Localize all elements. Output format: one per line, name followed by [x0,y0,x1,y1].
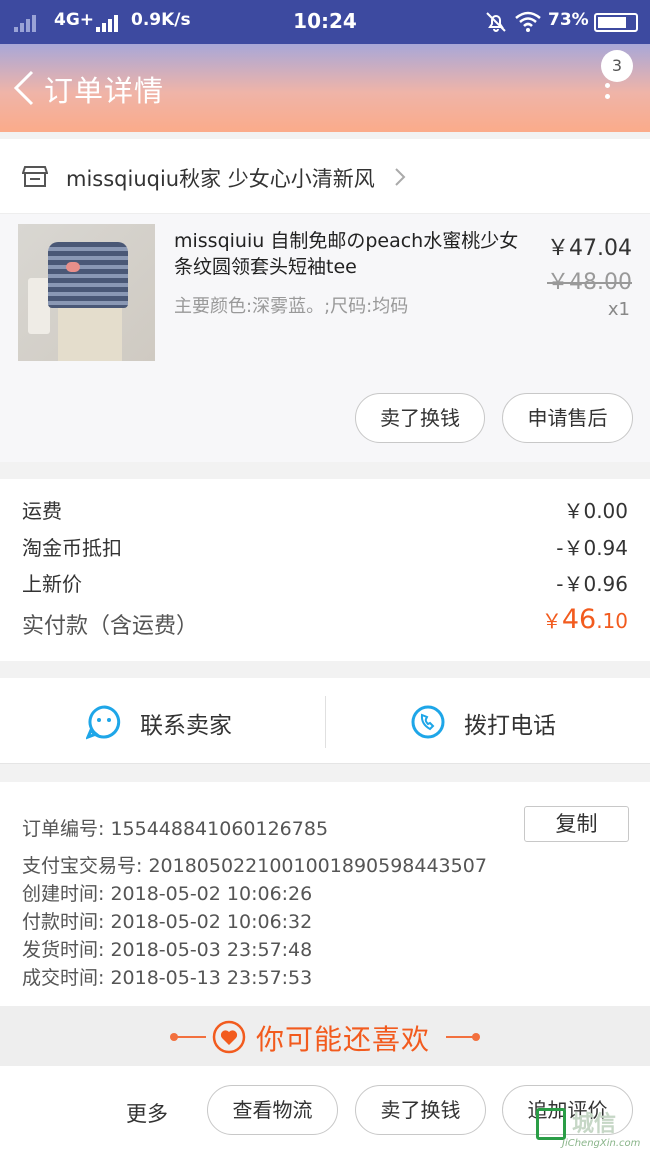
title-bar: 订单详情 3 [0,44,650,132]
recommend-title: 你可能还喜欢 [256,1023,431,1056]
decor-dot-right [472,1033,480,1041]
product-original-price: ￥48.00 [547,270,632,295]
paid-time: 付款时间: 2018-05-02 10:06:32 [22,911,313,933]
product-name: missqiuiu 自制免邮のpeach水蜜桃少女条纹圆领套头短袖tee [174,230,519,278]
watermark-en: JiChengXin.com [562,1138,641,1149]
coin-discount-row: 淘金币抵扣 -￥0.94 [22,532,628,562]
sell-button-bottom[interactable]: 卖了换钱 [355,1085,486,1135]
recommend-header: 你可能还喜欢 [0,1006,650,1066]
shipping-label: 运费 [22,499,62,523]
shipped-time: 发货时间: 2018-05-03 23:57:48 [22,939,313,961]
page-title: 订单详情 [44,74,165,108]
paid-label: 实付款（含运费） [22,614,199,639]
copy-button[interactable]: 复制 [524,806,629,842]
product-thumbnail[interactable] [18,224,155,361]
order-info: 订单编号: 1554488410601267​85 复制 支付宝交易号: 201… [0,782,650,1006]
shipping-value: ￥0.00 [563,499,628,523]
paid-amount: ￥46.10 [541,604,628,635]
chevron-right-icon [395,168,406,186]
view-logistics-button[interactable]: 查看物流 [207,1085,338,1135]
shipping-row: 运费 ￥0.00 [22,495,628,525]
back-arrow-icon[interactable] [10,68,38,108]
coin-discount-value: -￥0.94 [556,536,628,560]
order-number: 订单编号: 1554488410601267​85 [22,818,329,840]
product-spec: 主要颜色:深雾蓝。;尺码:均码 [174,296,409,317]
notification-badge[interactable]: 3 [601,50,633,82]
contact-bar: 联系卖家 拨打电话 [0,678,650,764]
site-watermark: 城信 JiChengXin.com [532,1104,650,1155]
after-sale-button[interactable]: 申请售后 [502,393,633,443]
contact-seller-label: 联系卖家 [140,713,232,739]
watermark-cn: 城信 [572,1112,617,1137]
shop-name: missqiuqiu秋家 少女心小清新风 [66,167,375,191]
battery-icon [594,13,638,32]
call-phone-button[interactable]: 拨打电话 [410,678,610,764]
bell-off-icon [486,12,506,32]
status-bar: 4G+ 0.9K/s 10:24 73% [0,0,650,44]
wifi-icon [515,11,541,32]
created-time: 创建时间: 2018-05-02 10:06:26 [22,883,313,905]
order-item[interactable]: missqiuiu 自制免邮のpeach水蜜桃少女条纹圆领套头短袖tee 主要颜… [0,214,650,462]
battery-percent: 73% [548,10,589,30]
store-icon [22,166,48,187]
watermark-logo [536,1108,566,1140]
decor-line-left [176,1036,206,1038]
new-price-value: -￥0.96 [556,572,628,596]
new-price-label: 上新价 [22,572,82,596]
paid-row: 实付款（含运费） ￥46.10 [22,604,628,639]
completed-time: 成交时间: 2018-05-13 23:57:53 [22,967,313,989]
sell-button[interactable]: 卖了换钱 [355,393,485,443]
more-actions[interactable]: 更多 [126,1098,168,1128]
new-price-row: 上新价 -￥0.96 [22,568,628,598]
alipay-number: 支付宝交易号: 2018050221001001890598443507 [22,855,487,877]
product-price: ￥47.04 [547,236,632,261]
heart-icon [212,1020,246,1054]
contact-seller-button[interactable]: 联系卖家 [86,678,286,764]
coin-discount-label: 淘金币抵扣 [22,536,122,560]
call-phone-label: 拨打电话 [464,713,556,739]
product-quantity: x1 [607,299,630,320]
cost-summary: 运费 ￥0.00 淘金币抵扣 -￥0.94 上新价 -￥0.96 实付款（含运费… [0,479,650,661]
chat-bubble-icon [86,705,121,740]
divider [325,696,326,748]
shop-row[interactable]: missqiuqiu秋家 少女心小清新风 [0,139,650,214]
phone-icon [411,705,445,739]
